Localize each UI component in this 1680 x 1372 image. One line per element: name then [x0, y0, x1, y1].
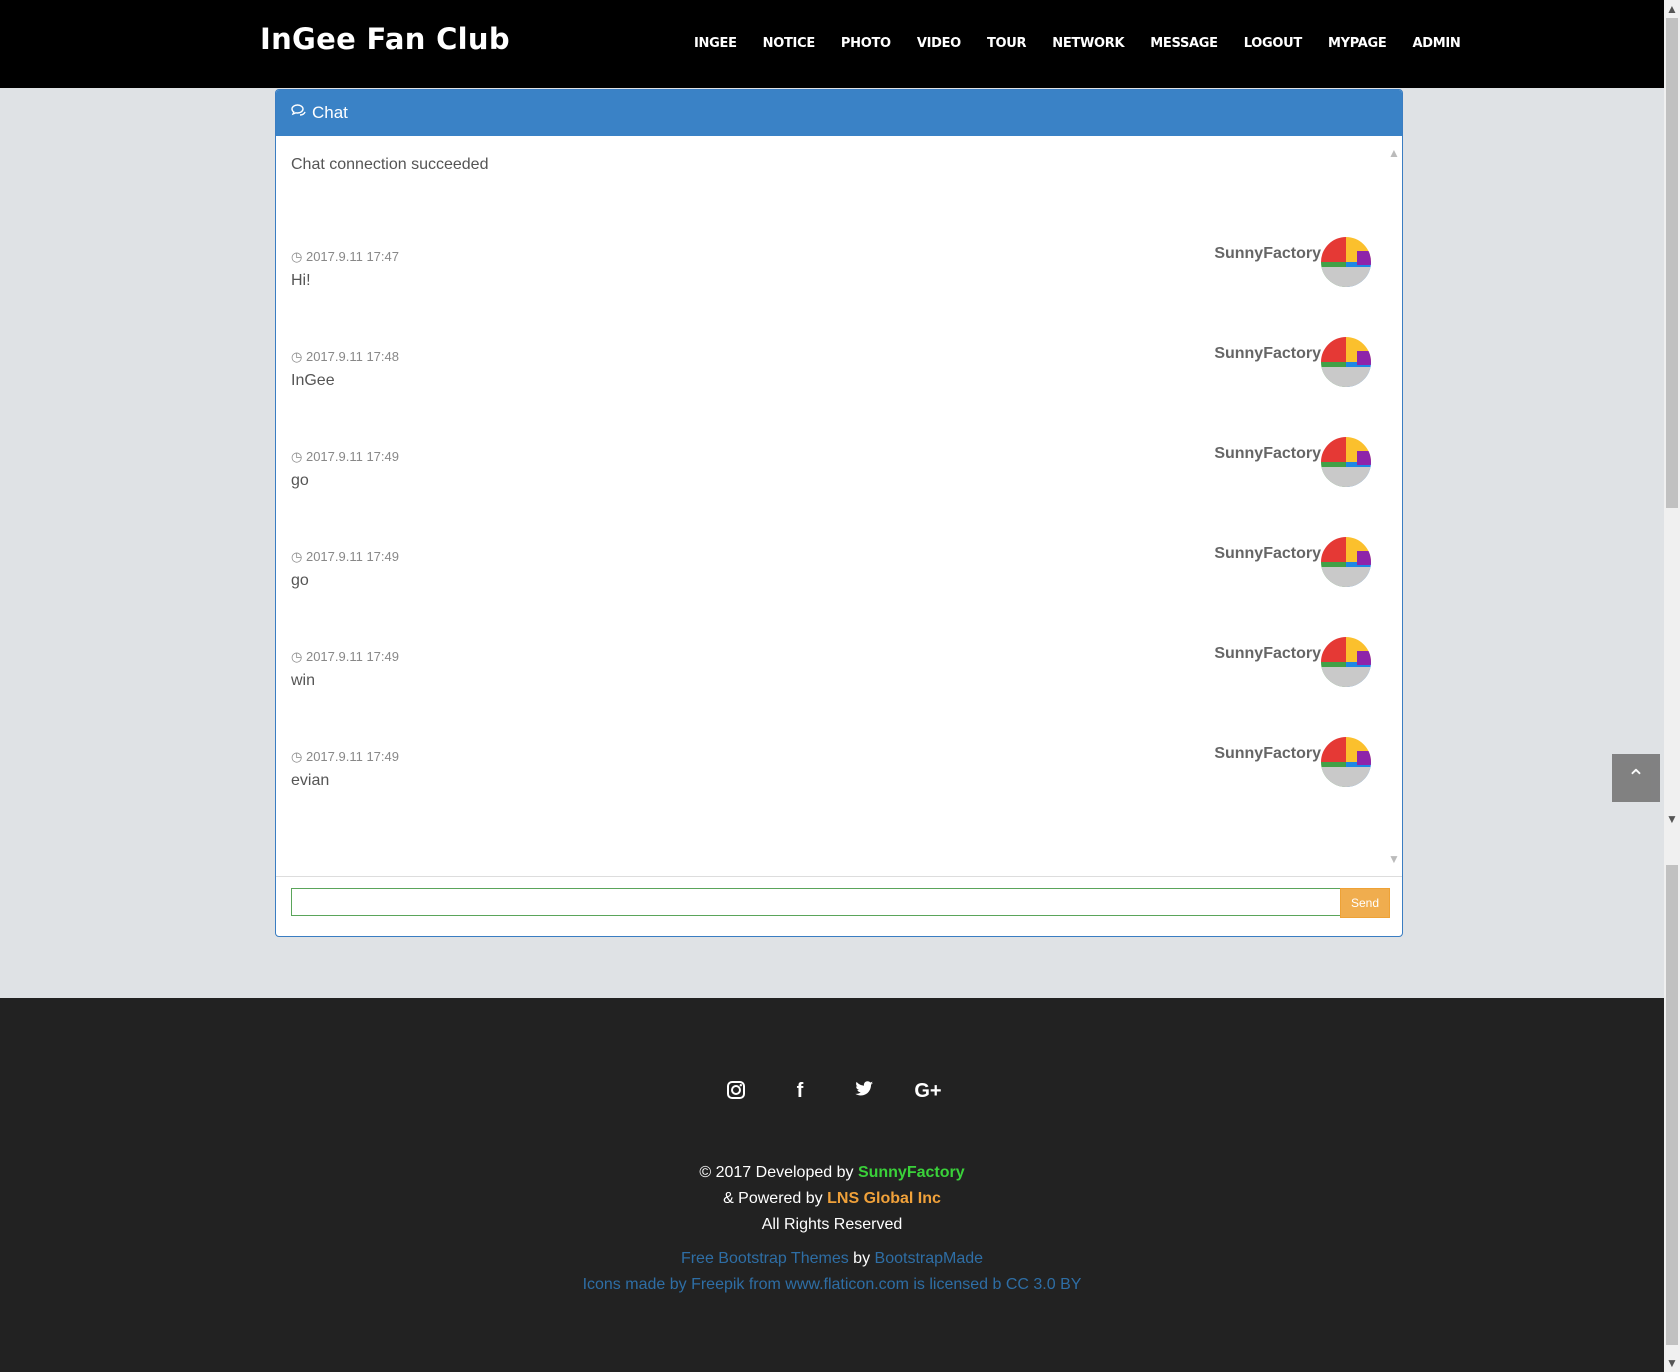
chat-panel: Chat Chat connection succeeded ◷ 2017.9.… [275, 89, 1403, 937]
chat-message: ◷ 2017.9.11 17:49 win SunnyFactory [291, 637, 1381, 709]
facebook-icon[interactable]: f [778, 1080, 822, 1106]
chat-messages[interactable]: Chat connection succeeded ◷ 2017.9.11 17… [276, 136, 1386, 876]
social-links: f G+ [0, 1080, 1664, 1106]
message-user: SunnyFactory [1214, 345, 1321, 362]
site-brand[interactable]: InGee Fan Club [260, 22, 510, 56]
message-user: SunnyFactory [1214, 245, 1321, 262]
message-text: evian [291, 772, 330, 789]
chat-panel-header: Chat [276, 90, 1402, 136]
chat-message: ◷ 2017.9.11 17:49 evian SunnyFactory [291, 737, 1381, 809]
scroll-down-icon[interactable]: ▼ [1388, 852, 1400, 866]
site-footer: f G+ © 2017 Developed by SunnyFactory & … [0, 998, 1664, 1372]
message-text: win [291, 672, 316, 689]
nav-ingee[interactable]: INGEE [694, 36, 737, 51]
message-user: SunnyFactory [1214, 545, 1321, 562]
chat-message: ◷ 2017.9.11 17:47 Hi! SunnyFactory [291, 237, 1381, 309]
nav-photo[interactable]: PHOTO [841, 36, 891, 51]
google-plus-icon[interactable]: G+ [906, 1080, 950, 1106]
nav-mypage[interactable]: MYPAGE [1328, 36, 1387, 51]
scroll-down-icon[interactable]: ▼ [1666, 1356, 1678, 1370]
top-navbar: InGee Fan Club INGEE NOTICE PHOTO VIDEO … [0, 0, 1664, 88]
nav-notice[interactable]: NOTICE [763, 36, 816, 51]
message-time: 2017.9.11 17:49 [305, 649, 399, 664]
chat-status: Chat connection succeeded [291, 156, 489, 173]
chat-message: ◷ 2017.9.11 17:48 InGee SunnyFactory [291, 337, 1381, 409]
main-nav: INGEE NOTICE PHOTO VIDEO TOUR NETWORK ME… [694, 36, 1486, 51]
clock-icon: ◷ [291, 249, 303, 264]
scrollbar-thumb[interactable] [1666, 865, 1678, 1345]
nav-admin[interactable]: ADMIN [1412, 36, 1460, 51]
message-text: go [291, 472, 309, 489]
avatar [1321, 237, 1371, 287]
developer-link[interactable]: SunnyFactory [858, 1164, 965, 1181]
rights-text: All Rights Reserved [761, 1216, 903, 1233]
twitter-icon[interactable] [842, 1080, 886, 1106]
bootstrapmade-link[interactable]: BootstrapMade [875, 1250, 984, 1267]
message-user: SunnyFactory [1214, 445, 1321, 462]
clock-icon: ◷ [291, 649, 303, 664]
footer-credits: Free Bootstrap Themes by BootstrapMade I… [0, 1246, 1664, 1298]
footer-copyright: © 2017 Developed by SunnyFactory & Power… [0, 1160, 1664, 1238]
page-scrollbar[interactable]: ▲ ▼ ▼ [1664, 0, 1680, 1372]
message-time: 2017.9.11 17:49 [305, 749, 399, 764]
send-button[interactable]: Send [1340, 888, 1390, 918]
nav-video[interactable]: VIDEO [917, 36, 961, 51]
scroll-up-icon[interactable]: ▲ [1388, 146, 1400, 160]
icons-credit-link[interactable]: Icons made by Freepik from www.flaticon.… [0, 1272, 1664, 1298]
chat-input-row: Send [276, 876, 1402, 937]
message-text: go [291, 572, 309, 589]
instagram-icon[interactable] [714, 1080, 758, 1106]
message-text: InGee [291, 372, 335, 389]
nav-logout[interactable]: LOGOUT [1244, 36, 1303, 51]
clock-icon: ◷ [291, 749, 303, 764]
back-to-top-button[interactable]: ⌃ [1612, 754, 1660, 802]
nav-tour[interactable]: TOUR [987, 36, 1027, 51]
message-time: 2017.9.11 17:48 [305, 349, 399, 364]
clock-icon: ◷ [291, 449, 303, 464]
chat-bubbles-icon [291, 104, 307, 122]
nav-network[interactable]: NETWORK [1052, 36, 1124, 51]
chat-message: ◷ 2017.9.11 17:49 go SunnyFactory [291, 537, 1381, 609]
chat-scrollbar[interactable]: ▲ ▼ [1385, 136, 1402, 876]
chat-message: ◷ 2017.9.11 17:49 go SunnyFactory [291, 437, 1381, 509]
message-time: 2017.9.11 17:49 [305, 449, 399, 464]
scroll-up-icon[interactable]: ▲ [1666, 2, 1678, 16]
avatar [1321, 537, 1371, 587]
clock-icon: ◷ [291, 549, 303, 564]
clock-icon: ◷ [291, 349, 303, 364]
avatar [1321, 337, 1371, 387]
message-time: 2017.9.11 17:49 [305, 549, 399, 564]
avatar [1321, 437, 1371, 487]
message-text: Hi! [291, 272, 311, 289]
nav-message[interactable]: MESSAGE [1150, 36, 1218, 51]
avatar [1321, 737, 1371, 787]
scrollbar-thumb[interactable] [1666, 18, 1678, 508]
scroll-down-icon[interactable]: ▼ [1666, 812, 1678, 826]
avatar [1321, 637, 1371, 687]
bootstrap-themes-link[interactable]: Free Bootstrap Themes [681, 1250, 849, 1267]
chat-message-input[interactable] [291, 888, 1349, 916]
message-user: SunnyFactory [1214, 745, 1321, 762]
chat-title: Chat [312, 103, 348, 122]
message-time: 2017.9.11 17:47 [305, 249, 399, 264]
chevron-up-icon: ⌃ [1626, 765, 1646, 790]
powered-by-link[interactable]: LNS Global Inc [827, 1190, 941, 1207]
message-user: SunnyFactory [1214, 645, 1321, 662]
